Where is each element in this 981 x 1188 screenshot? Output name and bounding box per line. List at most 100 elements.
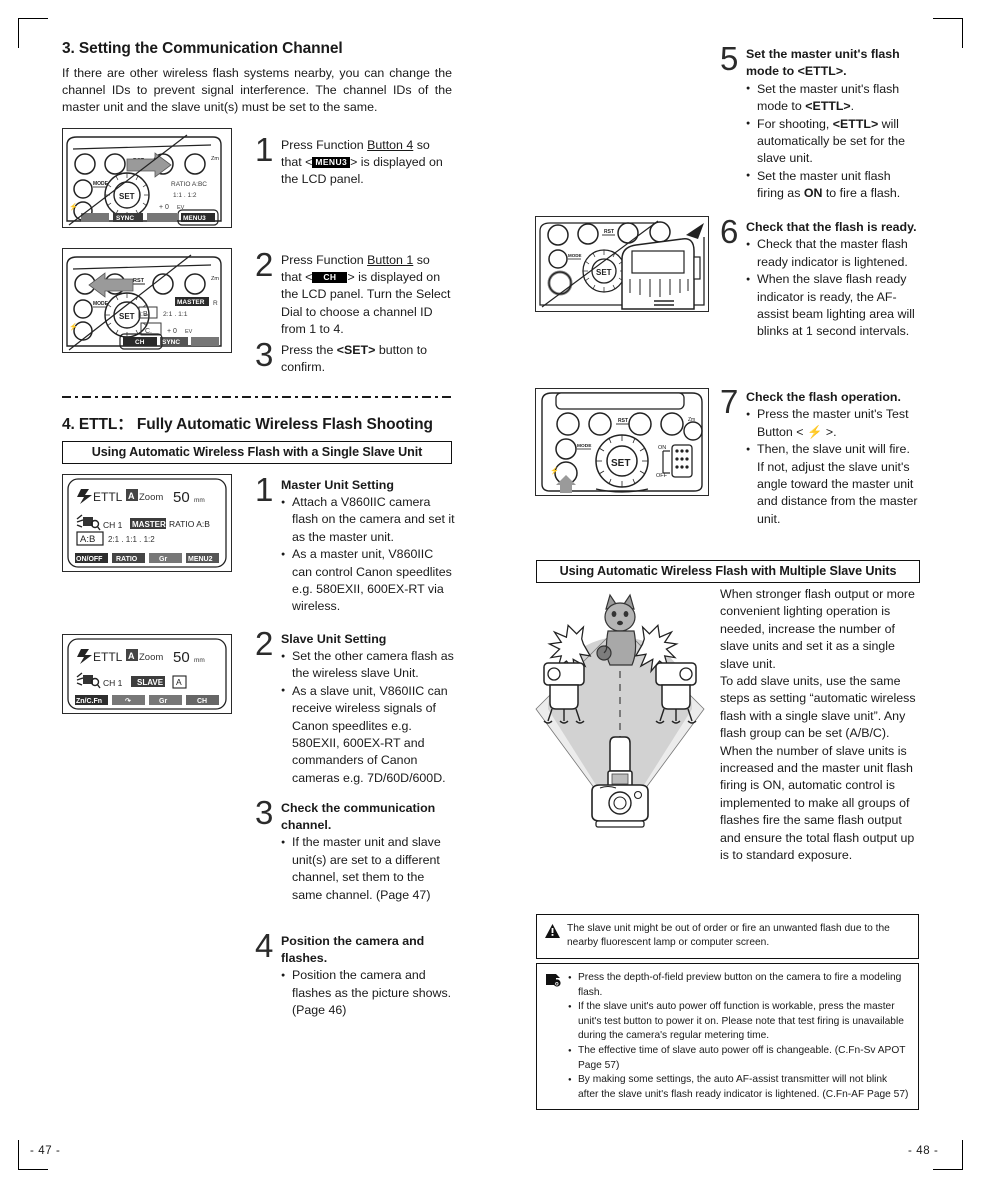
list-item: Set the master unit's flash mode to <ETT… [746, 80, 920, 116]
page-number-right: - 48 - [908, 1145, 939, 1157]
ch-token: CH [312, 271, 348, 283]
svg-text:SET: SET [611, 458, 630, 469]
svg-text:SYNC: SYNC [116, 215, 134, 222]
step-1-left: 1 Press Function Button 4 so that < MENU3… [255, 130, 452, 189]
flash-bolt-icon: ⚡ [806, 424, 823, 439]
paragraph: When the number of slave units is increa… [720, 743, 915, 863]
svg-text:OFF: OFF [656, 473, 668, 479]
warning-triangle-icon [545, 922, 560, 943]
svg-text:1:1 . 1:2: 1:1 . 1:2 [173, 192, 197, 199]
step-bullets: Press the master unit's Test Button < ⚡ … [746, 406, 920, 528]
step-number: 2 [255, 245, 274, 283]
warning-note: The slave unit might be out of order or … [536, 914, 919, 959]
list-item: Set the other camera flash as the wirele… [281, 648, 455, 683]
multi-slave-text: When stronger flash output or more conve… [720, 586, 920, 865]
figure-flash-button1: RST Zm MODE ⚡ SET MASTER R:B 2:1 . 1:1 … [62, 248, 232, 353]
svg-text:RST: RST [604, 229, 614, 235]
svg-text:mm: mm [194, 657, 205, 664]
svg-text:↷: ↷ [125, 698, 131, 705]
list-item: For shooting, <ETTL> will automatically … [746, 115, 920, 168]
step-7: 7 Check the flash operation. Press the m… [720, 383, 920, 528]
step-heading: Check that the flash is ready. [746, 220, 917, 234]
step-2-left: 2 Press Function Button 1 so that < CH > i… [255, 245, 452, 339]
svg-text:A: A [176, 677, 182, 687]
section-3-intro: If there are other wireless flash system… [62, 66, 452, 115]
section-4-title: 4. ETTL： Fully Automatic Wireless Flash … [62, 415, 433, 433]
list-item: If the master unit and slave unit(s) are… [281, 834, 455, 904]
step-heading: Check the flash operation. [746, 390, 901, 404]
svg-text:A: A [128, 491, 135, 501]
svg-text::B: :B [141, 311, 148, 318]
step-2-section4: 2 Slave Unit Setting Set the other camer… [255, 627, 455, 788]
list-item: Position the camera and flashes as the p… [281, 967, 455, 1019]
step-number: 3 [255, 793, 274, 831]
left-column: 3. Setting the Communication Channel If … [62, 40, 455, 1017]
svg-text:Zn/C.Fn: Zn/C.Fn [76, 698, 102, 705]
step-bullets: Set the other camera flash as the wirele… [281, 648, 455, 787]
svg-text:⚡: ⚡ [69, 202, 78, 211]
svg-text:ON/OFF: ON/OFF [76, 556, 103, 563]
figure-flash-button4: RST Zm MODE ⚡ SET [62, 128, 232, 228]
svg-text:CH 1: CH 1 [103, 678, 123, 688]
step-3-text: Press the <SET> button to confirm. [281, 342, 428, 375]
step-2-text: Press Function Button 1 so that < CH > is … [281, 252, 451, 337]
step-number: 3 [255, 335, 274, 373]
list-item: Set the master unit flash firing as ON t… [746, 167, 920, 203]
info-note-bullets: Press the depth-of-field preview button … [568, 971, 910, 1102]
list-item: Press the depth-of-field preview button … [568, 971, 910, 1000]
svg-text:2:1 . 1:1: 2:1 . 1:1 [163, 311, 188, 318]
step-number: 1 [255, 470, 274, 508]
step-1-section4: 1 Master Unit Setting Attach a V860IIC c… [255, 470, 455, 616]
lcd-slave-display: ETTL A Zoom 50 mm CH 1 SLAVE A Zn/C.Fn ↷… [62, 634, 232, 714]
crop-mark-top-right [933, 18, 963, 48]
step-bullets: Check that the master flash ready indica… [746, 236, 920, 340]
menu3-token: MENU3 [312, 156, 351, 168]
svg-text:MENU2: MENU2 [188, 556, 213, 563]
list-item: If the slave unit's auto power off funct… [568, 1000, 910, 1044]
svg-text:ETTL: ETTL [93, 650, 123, 664]
list-item: As a master unit, V860IIC can control Ca… [281, 546, 455, 616]
svg-text:MENU3: MENU3 [183, 215, 206, 222]
svg-text:MODE: MODE [568, 253, 582, 258]
svg-text:Gr: Gr [159, 556, 167, 563]
step-5: 5 Set the master unit's flash mode to <E… [720, 42, 920, 203]
svg-text:SLAVE: SLAVE [137, 678, 164, 687]
svg-text:⚡: ⚡ [69, 322, 78, 331]
svg-text:MASTER: MASTER [177, 299, 205, 306]
svg-text:RATIO: RATIO [116, 556, 138, 563]
svg-text:Zm: Zm [211, 276, 219, 282]
svg-text:+ 0: + 0 [159, 204, 169, 211]
step-3-left: 3 Press the <SET> button to confirm. [255, 335, 452, 377]
svg-text:RATIO A:B: RATIO A:B [169, 519, 210, 529]
section-3-title: 3. Setting the Communication Channel [62, 40, 343, 57]
svg-text:SET: SET [596, 268, 612, 277]
step-heading: Check the communication channel. [281, 800, 436, 833]
svg-text:R: R [213, 300, 218, 307]
svg-text:RST: RST [618, 418, 628, 424]
paragraph: To add slave units, use the same steps a… [720, 674, 916, 741]
step-bullets: Set the master unit's flash mode to <ETT… [746, 80, 920, 203]
svg-text:+ 0: + 0 [167, 328, 177, 335]
svg-text:SET: SET [119, 192, 135, 201]
list-item: The effective time of slave auto power o… [568, 1044, 910, 1073]
svg-text:MASTER: MASTER [132, 520, 166, 529]
list-item: As a slave unit, V860IIC can receive wir… [281, 682, 455, 787]
svg-text:ETTL: ETTL [93, 490, 123, 504]
svg-text:RATIO A:BC: RATIO A:BC [171, 181, 207, 188]
svg-text:Gr: Gr [159, 698, 167, 705]
step-bullets: If the master unit and slave unit(s) are… [281, 834, 455, 904]
step-number: 4 [255, 926, 274, 964]
svg-text:50: 50 [173, 489, 190, 506]
manual-page: 3. Setting the Communication Channel If … [0, 0, 981, 1188]
svg-text:2:1 . 1:1 . 1:2: 2:1 . 1:1 . 1:2 [108, 535, 155, 544]
step-number: 7 [720, 383, 739, 420]
step-4-section4: 4 Position the camera and flashes. Posit… [255, 926, 455, 1020]
warning-text: The slave unit might be out of order or … [567, 923, 890, 949]
svg-text:CH: CH [197, 698, 207, 705]
step-heading: Master Unit Setting [281, 477, 394, 492]
paragraph: When stronger flash output or more conve… [720, 587, 915, 671]
svg-text:o: o [555, 981, 559, 987]
step-number: 1 [255, 130, 274, 168]
svg-text:A: A [128, 651, 135, 661]
lcd-master-display: ETTL A Zoom 50 mm CH 1 MASTER RATIO A:B [62, 474, 232, 572]
